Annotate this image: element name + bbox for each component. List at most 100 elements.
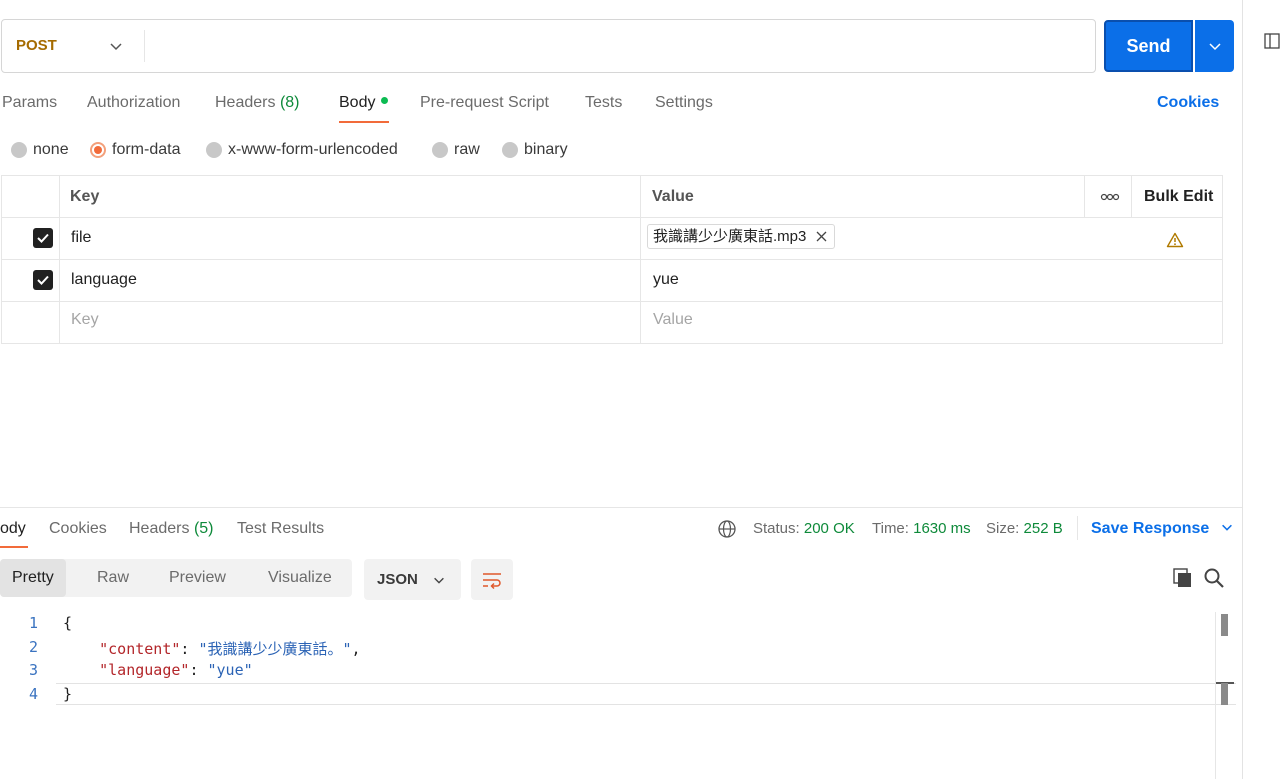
divider (1077, 516, 1078, 540)
more-options-icon[interactable] (1100, 193, 1120, 201)
size-readout: Size: 252 B (986, 518, 1063, 540)
code-line[interactable]: "language": "yue" (63, 661, 253, 679)
scrollbar-thumb[interactable] (1221, 683, 1228, 705)
tab-label: Headers (129, 520, 190, 537)
radio-label: x-www-form-urlencoded (228, 141, 398, 158)
side-panel-border (1242, 0, 1243, 779)
view-preview[interactable]: Preview (169, 559, 226, 597)
tab-count: (8) (279, 94, 300, 111)
row-value[interactable]: yue (653, 270, 679, 290)
current-line-highlight (56, 683, 1236, 705)
format-select[interactable]: JSON (364, 559, 461, 600)
new-value-input[interactable]: Value (653, 310, 693, 330)
tab-label: Tests (585, 94, 623, 111)
time-value: 1630 ms (913, 520, 971, 537)
tab-label: Cookies (49, 520, 107, 537)
code-brace: { (63, 614, 73, 632)
tab-settings[interactable]: Settings (655, 92, 713, 114)
tab-label: Pre-request Script (420, 94, 549, 111)
url-bar: POST (1, 19, 1096, 73)
code-line[interactable]: { (63, 614, 72, 632)
row-key[interactable]: language (71, 270, 137, 290)
close-icon[interactable] (816, 231, 827, 242)
tab-label: Authorization (87, 94, 181, 111)
format-value: JSON (377, 571, 418, 588)
radio-label: form-data (112, 141, 181, 158)
time-readout: Time: 1630 ms (872, 518, 971, 540)
tab-tests[interactable]: Tests (585, 92, 622, 114)
tab-params[interactable]: Params (2, 92, 57, 114)
line-number: 3 (28, 661, 38, 679)
response-tab-test-results[interactable]: Test Results (237, 518, 324, 540)
row-checkbox[interactable] (33, 270, 53, 290)
tab-label: Test Results (237, 520, 325, 537)
key-column-header: Key (70, 188, 100, 205)
json-key: "language" (99, 661, 190, 679)
line-number: 4 (28, 685, 38, 703)
tab-headers[interactable]: Headers (8) (215, 92, 300, 114)
radio-dot (11, 142, 27, 158)
response-divider (0, 507, 1242, 508)
search-icon[interactable] (1203, 567, 1225, 589)
radio-dot (90, 142, 106, 158)
warning-icon[interactable] (1166, 232, 1184, 248)
body-indicator-dot (381, 97, 389, 104)
form-data-table: Key Value Bulk Edit file 我識講少少廣東話.mp3 la… (1, 175, 1223, 344)
status-readout: Status: 200 OK (753, 518, 855, 540)
row-divider (2, 259, 1222, 260)
column-divider (1084, 176, 1085, 217)
tab-authorization[interactable]: Authorization (87, 92, 180, 114)
scrollbar-thumb[interactable] (1221, 614, 1228, 636)
method-select[interactable]: POST (16, 20, 57, 72)
radio-label: raw (454, 141, 480, 158)
line-number: 1 (28, 614, 38, 632)
new-key-input[interactable]: Key (71, 310, 99, 330)
radio-dot (206, 142, 222, 158)
active-tab-indicator (339, 121, 389, 123)
line-number: 2 (28, 638, 38, 656)
tab-count: (5) (193, 520, 214, 537)
check-icon (37, 275, 49, 285)
row-key[interactable]: file (71, 228, 91, 248)
wrap-lines-button[interactable] (471, 559, 513, 600)
url-input[interactable] (150, 28, 1080, 64)
view-visualize[interactable]: Visualize (268, 559, 332, 597)
value-column-header: Value (652, 188, 694, 205)
copy-icon[interactable] (1172, 567, 1194, 589)
code-brace: } (63, 685, 73, 703)
column-divider (640, 176, 641, 343)
status-label: Status: (753, 520, 800, 537)
cookies-link[interactable]: Cookies (1157, 92, 1219, 114)
row-divider (2, 301, 1222, 302)
file-chip[interactable]: 我識講少少廣東話.mp3 (647, 224, 836, 249)
response-tab-headers[interactable]: Headers (5) (129, 518, 214, 540)
editor-gutter-line (1215, 612, 1216, 779)
bulk-edit-button[interactable]: Bulk Edit (1144, 176, 1213, 218)
row-checkbox[interactable] (33, 228, 53, 248)
send-button[interactable]: Send (1104, 20, 1193, 72)
radio-dot (432, 142, 448, 158)
code-line[interactable]: "content": "我識講少少廣東話。", (63, 638, 360, 659)
side-panel-icon[interactable] (1262, 32, 1280, 52)
response-tab-cookies[interactable]: Cookies (49, 518, 107, 540)
send-options-button[interactable] (1195, 20, 1234, 72)
json-key: "content" (99, 640, 181, 658)
tab-label: ody (0, 520, 26, 537)
file-name: 我識講少少廣東話.mp3 (653, 228, 807, 245)
view-pretty[interactable]: Pretty (0, 559, 66, 597)
row-divider (2, 217, 1222, 218)
time-label: Time: (872, 520, 909, 537)
view-raw[interactable]: Raw (97, 559, 129, 597)
globe-icon[interactable] (717, 519, 737, 539)
tab-pre-request-script[interactable]: Pre-request Script (420, 92, 549, 114)
size-label: Size: (986, 520, 1020, 537)
json-value: "我識講少少廣東話。" (198, 640, 352, 658)
save-response-button[interactable]: Save Response (1091, 518, 1234, 540)
chevron-down-icon (1221, 524, 1232, 531)
response-tab-body[interactable]: ody (0, 518, 26, 540)
view-mode-segmented: Pretty Raw Preview Visualize (0, 559, 352, 597)
wrap-lines-icon (483, 573, 501, 590)
code-line[interactable]: } (63, 685, 72, 703)
tab-body[interactable]: Body (339, 92, 389, 114)
chevron-down-icon[interactable] (108, 38, 124, 54)
